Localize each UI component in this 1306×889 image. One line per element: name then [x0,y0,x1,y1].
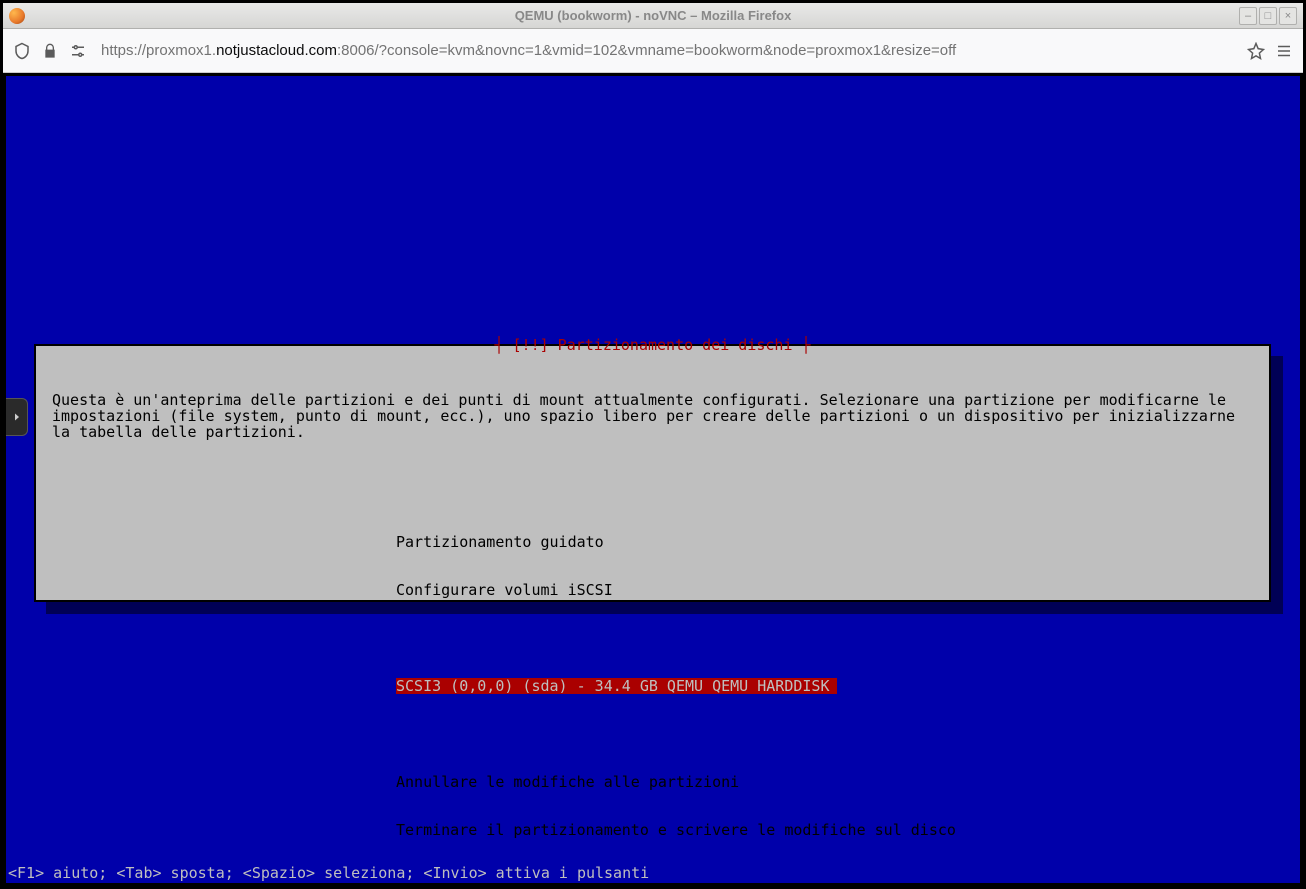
close-button[interactable]: × [1279,7,1297,25]
hamburger-menu-icon[interactable] [1275,42,1293,60]
menu-item-disk[interactable]: SCSI3 (0,0,0) (sda) - 34.4 GB QEMU QEMU … [52,678,1253,694]
url-host-main: notjustacloud.com [216,42,337,59]
window-title: QEMU (bookworm) - noVNC – Mozilla Firefo… [3,8,1303,23]
url-path: :8006/?console=kvm&novnc=1&vmid=102&vmna… [337,42,956,59]
url-host-prefix: proxmox1. [146,42,216,59]
firefox-icon [9,8,25,24]
dialog-intro: Questa è un'anteprima delle partizioni e… [52,392,1253,440]
help-bar: <F1> aiuto; <Tab> sposta; <Spazio> selez… [8,865,1298,883]
menu-item-finish[interactable]: Terminare il partizionamento e scrivere … [52,822,1253,838]
partition-menu: Partizionamento guidato Configurare volu… [52,502,1253,870]
menu-spacer [52,726,1253,742]
maximize-button[interactable]: □ [1259,7,1277,25]
tracking-shield-icon[interactable] [13,42,31,60]
menu-item-guided[interactable]: Partizionamento guidato [52,534,1253,550]
lock-icon[interactable] [41,42,59,60]
minimize-button[interactable]: – [1239,7,1257,25]
address-bar[interactable]: https://proxmox1.notjustacloud.com:8006/… [97,36,1237,66]
permissions-icon[interactable] [69,42,87,60]
url-scheme: https:// [101,42,146,59]
browser-toolbar: https://proxmox1.notjustacloud.com:8006/… [3,29,1303,73]
dialog-title: ┤ [!!] Partizionamento dei dischi ├ [36,337,1269,353]
bookmark-star-icon[interactable] [1247,42,1265,60]
vnc-viewport[interactable]: ┤ [!!] Partizionamento dei dischi ├ Ques… [6,76,1300,883]
window-controls: – □ × [1239,7,1297,25]
menu-spacer [52,630,1253,646]
menu-item-undo[interactable]: Annullare le modifiche alle partizioni [52,774,1253,790]
window-titlebar: QEMU (bookworm) - noVNC – Mozilla Firefo… [3,3,1303,29]
dialog-body: Questa è un'anteprima delle partizioni e… [36,346,1269,889]
novnc-side-tab[interactable] [6,398,28,436]
menu-item-iscsi[interactable]: Configurare volumi iSCSI [52,582,1253,598]
partition-dialog: ┤ [!!] Partizionamento dei dischi ├ Ques… [34,344,1271,602]
